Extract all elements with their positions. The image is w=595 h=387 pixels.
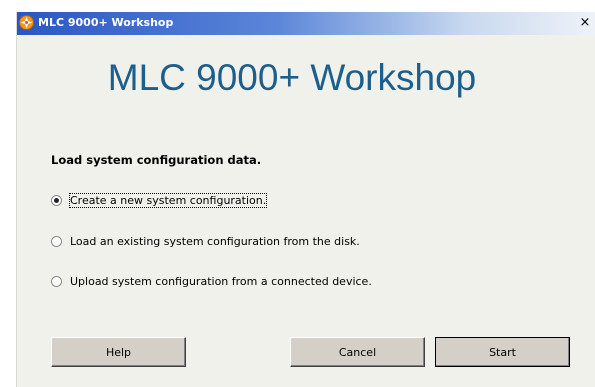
- start-button[interactable]: Start: [435, 337, 570, 367]
- title-bar[interactable]: MLC 9000+ Workshop ×: [17, 12, 595, 35]
- dialog-window: MLC 9000+ Workshop × MLC 9000+ Workshop …: [16, 12, 595, 387]
- radio-label: Load an existing system configuration fr…: [70, 234, 360, 248]
- app-logo-icon: [19, 15, 34, 30]
- radio-load-from-disk[interactable]: Load an existing system configuration fr…: [51, 233, 360, 249]
- radio-button[interactable]: [51, 235, 62, 247]
- section-heading: Load system configuration data.: [51, 153, 262, 167]
- radio-label: Create a new system configuration.: [68, 192, 268, 208]
- cancel-button[interactable]: Cancel: [290, 337, 425, 367]
- radio-create-new[interactable]: Create a new system configuration.: [51, 192, 268, 208]
- radio-button-selected[interactable]: [51, 194, 62, 206]
- radio-upload-from-device[interactable]: Upload system configuration from a conne…: [51, 273, 372, 289]
- close-button[interactable]: ×: [577, 15, 593, 31]
- help-button[interactable]: Help: [51, 337, 186, 367]
- window-title: MLC 9000+ Workshop: [38, 16, 174, 29]
- radio-label: Upload system configuration from a conne…: [70, 274, 372, 288]
- app-banner-title: MLC 9000+ Workshop: [107, 57, 477, 98]
- radio-button[interactable]: [51, 275, 62, 287]
